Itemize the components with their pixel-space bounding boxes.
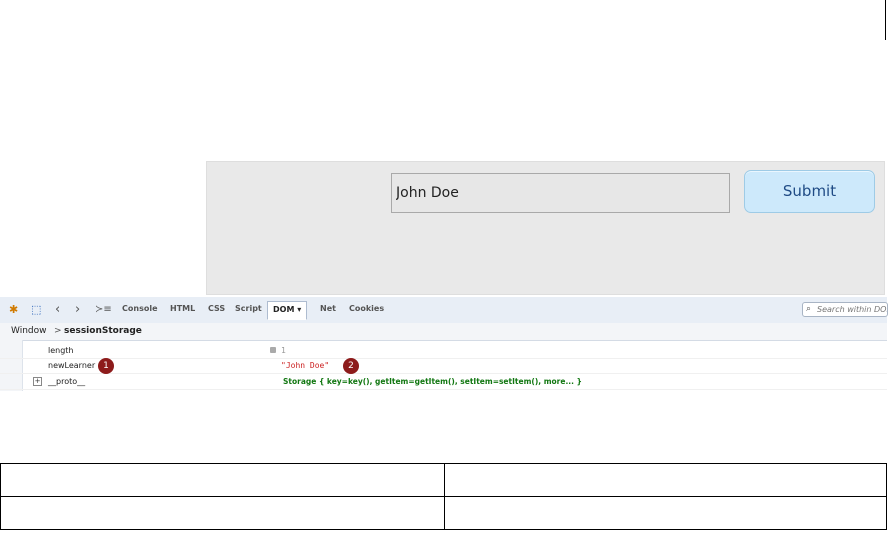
callout-badge-2: 2 bbox=[343, 358, 359, 374]
tab-console[interactable]: Console bbox=[122, 304, 158, 313]
table-cell bbox=[0, 496, 445, 530]
tab-dom-label: DOM bbox=[273, 305, 295, 314]
dom-key: __proto__ bbox=[48, 377, 86, 386]
table-cell bbox=[0, 463, 445, 497]
table-cell bbox=[444, 496, 887, 530]
table-cell bbox=[444, 463, 887, 497]
tab-cookies[interactable]: Cookies bbox=[349, 304, 384, 313]
dom-value: "John Doe" bbox=[281, 361, 330, 370]
tab-script[interactable]: Script bbox=[235, 304, 262, 313]
devtools-panel: ✱ ⬚ ‹ › ≻≡ Console HTML CSS Script DOM ▾… bbox=[0, 297, 888, 391]
empty-table bbox=[0, 463, 887, 530]
chevron-down-icon[interactable]: ▾ bbox=[297, 305, 301, 314]
forward-icon[interactable]: › bbox=[75, 303, 80, 317]
dom-value: 1 bbox=[281, 346, 286, 355]
dom-row-newlearner[interactable]: newLearner 1 "John Doe" 2 bbox=[0, 358, 887, 374]
lock-icon bbox=[270, 347, 276, 353]
search-input[interactable]: ⌕ Search within DOM bbox=[802, 302, 888, 317]
breadcrumb-separator: > bbox=[54, 326, 62, 336]
firebug-icon[interactable]: ✱ bbox=[9, 303, 18, 317]
page-edge-line bbox=[885, 0, 886, 40]
dom-row-length[interactable]: length 1 bbox=[0, 343, 887, 359]
search-placeholder: Search within DOM bbox=[817, 305, 888, 314]
back-icon[interactable]: ‹ bbox=[55, 303, 60, 317]
dom-key: length bbox=[48, 346, 74, 355]
tab-net[interactable]: Net bbox=[320, 304, 336, 313]
submit-button[interactable]: Submit bbox=[744, 170, 875, 213]
tab-dom[interactable]: DOM ▾ bbox=[267, 301, 308, 320]
breadcrumb-window[interactable]: Window bbox=[11, 323, 47, 339]
callout-badge-1: 1 bbox=[98, 358, 114, 374]
breadcrumb-session-storage[interactable]: sessionStorage bbox=[64, 323, 142, 339]
dom-key: newLearner bbox=[48, 361, 96, 370]
tab-html[interactable]: HTML bbox=[170, 304, 195, 313]
dom-row-proto[interactable]: + __proto__ Storage { key=key(), getItem… bbox=[0, 374, 887, 390]
search-icon: ⌕ bbox=[806, 304, 812, 314]
dom-value: Storage { key=key(), getItem=getItem(), … bbox=[283, 377, 582, 386]
table-row bbox=[0, 496, 887, 530]
expand-icon[interactable]: + bbox=[33, 377, 42, 386]
tab-css[interactable]: CSS bbox=[208, 304, 225, 313]
name-input[interactable] bbox=[391, 173, 730, 213]
inspect-icon[interactable]: ⬚ bbox=[31, 303, 41, 317]
table-row bbox=[0, 463, 887, 497]
command-line-icon[interactable]: ≻≡ bbox=[95, 303, 112, 317]
devtools-toolbar: ✱ ⬚ ‹ › ≻≡ Console HTML CSS Script DOM ▾… bbox=[0, 297, 888, 324]
breadcrumb: Window > sessionStorage bbox=[0, 323, 887, 341]
